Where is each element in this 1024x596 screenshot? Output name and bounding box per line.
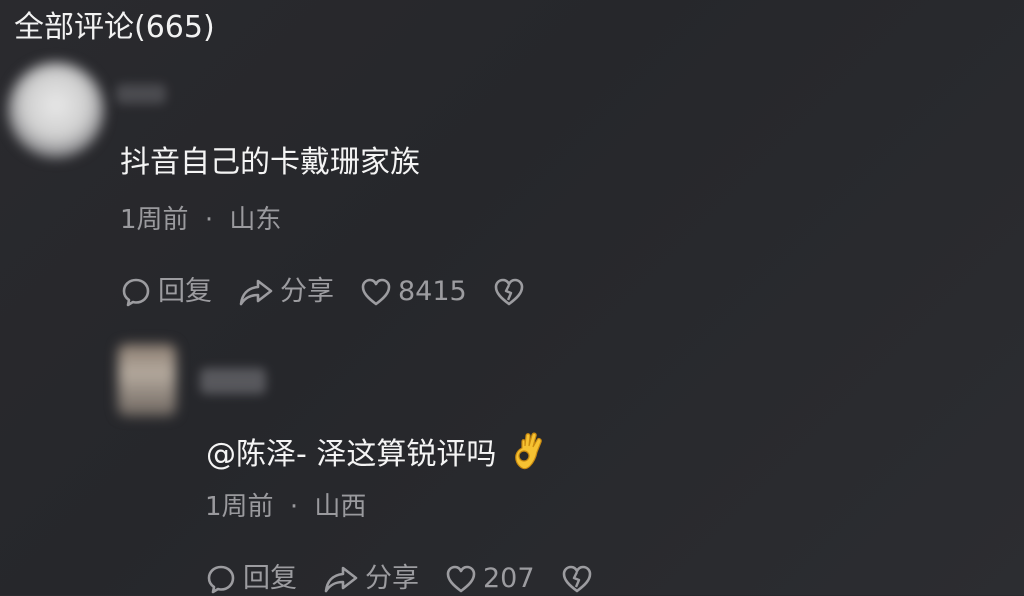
like-button[interactable]: 207 [445, 562, 535, 596]
heart-icon [361, 278, 391, 306]
comments-header: 全部评论(665) [14, 10, 215, 45]
reply-label: 回复 [243, 563, 297, 594]
comment-time: 1周前 [120, 205, 189, 235]
share-button[interactable]: 分享 [323, 562, 419, 596]
share-label: 分享 [365, 563, 419, 594]
meta-separator: · [204, 205, 214, 235]
comment-bubble-icon [207, 565, 235, 594]
share-arrow-icon [324, 566, 358, 593]
comment-text-body: @陈泽- 泽这算锐评吗 [206, 437, 497, 472]
comment-text: @陈泽- 泽这算锐评吗 [206, 430, 548, 481]
dislike-button[interactable] [493, 277, 531, 307]
comment-meta: 1周前 · 山西 [205, 490, 366, 524]
username[interactable] [200, 368, 266, 394]
heart-icon [446, 565, 476, 593]
like-button[interactable]: 8415 [360, 275, 467, 309]
reply-label: 回复 [158, 276, 212, 307]
username[interactable] [116, 84, 166, 104]
share-arrow-icon [239, 279, 273, 306]
ok-hand-icon [512, 430, 548, 481]
comment-bubble-icon [122, 278, 150, 307]
comment-actions: 回复 分享 207 [205, 562, 625, 596]
comment-meta: 1周前 · 山东 [120, 203, 281, 237]
comment-text: 抖音自己的卡戴珊家族 [120, 145, 420, 180]
reply-button[interactable]: 回复 [120, 275, 212, 309]
comment-actions: 回复 分享 8415 [120, 275, 557, 309]
share-button[interactable]: 分享 [238, 275, 334, 309]
avatar[interactable] [118, 344, 176, 416]
avatar[interactable] [8, 62, 104, 158]
comment-time: 1周前 [205, 492, 274, 522]
meta-separator: · [289, 492, 299, 522]
comment-location: 山西 [314, 492, 367, 522]
broken-heart-icon [494, 278, 524, 306]
dislike-button[interactable] [561, 564, 599, 594]
like-count: 207 [483, 563, 535, 594]
reply-button[interactable]: 回复 [205, 562, 297, 596]
like-count: 8415 [398, 276, 467, 307]
broken-heart-icon [562, 565, 591, 593]
share-label: 分享 [280, 276, 334, 307]
comment-location: 山东 [229, 205, 282, 235]
